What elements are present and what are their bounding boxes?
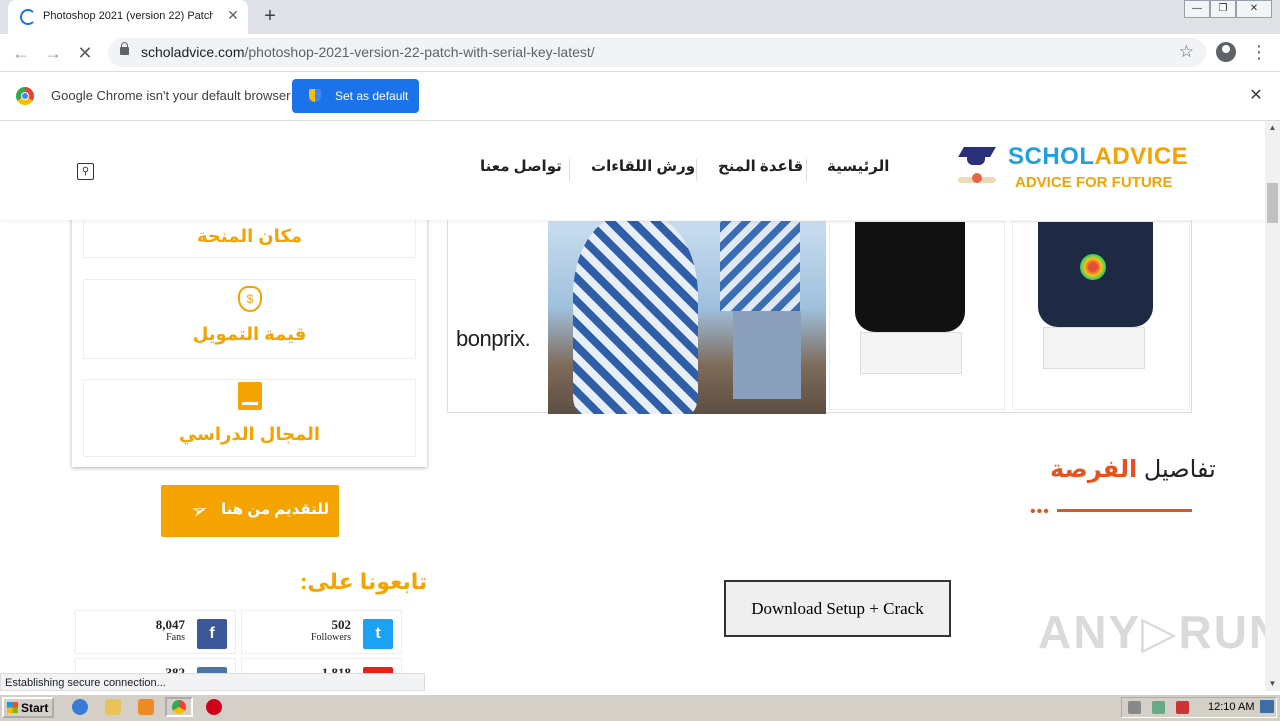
site-logo[interactable]: SCHOLADVICE [1008, 143, 1188, 171]
logo-text-1: SCHOL [1008, 143, 1095, 170]
default-browser-infobar: Google Chrome isn't your default browser… [0, 72, 1280, 121]
info-label-funding: قيمة التمويل [192, 324, 307, 344]
anyrun-watermark: ANY▷RUN [1038, 606, 1265, 658]
scholarship-info-card: مكان المنحة $ قيمة التمويل المجال الدراس… [72, 183, 427, 467]
twitter-count: 502 [331, 617, 352, 632]
scroll-down-arrow-icon[interactable]: ▼ [1265, 677, 1280, 691]
lock-icon[interactable] [120, 42, 129, 55]
heading-underline [1057, 509, 1192, 512]
infobar-close-icon[interactable]: ✕ [1246, 86, 1266, 106]
antivirus-icon[interactable] [206, 699, 222, 715]
set-as-default-label: Set as default [335, 89, 409, 103]
volume-icon[interactable] [1128, 701, 1141, 714]
logo-text-2: ADVICE [1094, 143, 1189, 170]
ad-product-image-black-tee[interactable] [829, 221, 1005, 410]
social-facebook[interactable]: f 8,047 Fans [75, 610, 236, 654]
account-avatar-icon[interactable] [1216, 42, 1236, 62]
details-heading: تفاصيل الفرصة [1050, 455, 1216, 484]
windows-flag-icon [7, 702, 18, 713]
info-label-location: مكان المنحة [197, 226, 302, 246]
site-tagline: ADVICE FOR FUTURE [1015, 174, 1173, 191]
info-box-funding: $ قيمة التمويل [83, 279, 416, 359]
start-button[interactable]: Start [2, 697, 54, 718]
browser-tab[interactable]: Photoshop 2021 (version 22) Patch W ✕ [8, 0, 248, 34]
ad-product-image-navy-tee[interactable] [1012, 221, 1190, 410]
facebook-count: 8,047 [155, 617, 185, 632]
info-label-field: المجال الدراسي [178, 424, 321, 444]
details-heading-text: تفاصيل [1137, 456, 1216, 483]
scrollbar-thumb[interactable] [1267, 183, 1278, 223]
loading-spinner-icon [20, 9, 36, 25]
tab-close-icon[interactable]: ✕ [224, 6, 242, 24]
status-bar: Establishing secure connection... [0, 673, 425, 691]
nav-scholarships-db[interactable]: قاعدة المنح [718, 157, 803, 175]
minimize-button[interactable]: — [1184, 0, 1210, 18]
nav-divider [696, 159, 697, 181]
flag-icon[interactable] [1176, 701, 1189, 714]
taskbar-clock[interactable]: 12:10 AM [1208, 701, 1254, 713]
nav-home[interactable]: الرئيسية [827, 157, 889, 175]
file-explorer-icon[interactable] [105, 699, 121, 715]
forward-arrow-icon[interactable]: → [42, 42, 64, 64]
scroll-up-arrow-icon[interactable]: ▲ [1265, 121, 1280, 135]
stop-loading-icon[interactable]: ✕ [74, 42, 96, 64]
download-button[interactable]: Download Setup + Crack [724, 580, 951, 637]
maximize-button[interactable]: ❐ [1210, 0, 1236, 18]
set-as-default-button[interactable]: Set as default [292, 79, 419, 113]
browser-toolbar: ← → ✕ scholadvice.com/photoshop-2021-ver… [0, 34, 1280, 72]
menu-kebab-icon[interactable]: ⋮ [1250, 40, 1268, 64]
network-icon[interactable] [1152, 701, 1165, 714]
search-icon[interactable]: ⚲ [77, 163, 94, 180]
shield-icon [309, 89, 321, 102]
media-player-icon[interactable] [138, 699, 154, 715]
book-icon [238, 382, 262, 410]
apply-button-label: للتقديم من هنا [221, 501, 330, 518]
social-twitter[interactable]: t 502 Followers [241, 610, 402, 654]
start-label: Start [21, 701, 49, 715]
system-tray: 12:10 AM [1121, 697, 1277, 718]
chrome-icon [172, 700, 186, 714]
ad-brand-logo: bonprix. [456, 326, 531, 351]
site-header: ⚲ تواصل معنا ورش اللقاءات قاعدة المنح ال… [0, 121, 1265, 220]
show-desktop-icon[interactable] [1260, 700, 1274, 713]
url-path: /photoshop-2021-version-22-patch-with-se… [244, 44, 595, 60]
details-heading-highlight: الفرصة [1050, 456, 1138, 483]
nav-divider [569, 159, 570, 181]
nav-divider [806, 159, 807, 181]
ad-product-image-dresses[interactable] [548, 221, 826, 414]
info-box-field: المجال الدراسي [83, 379, 416, 457]
graduation-cap-icon[interactable] [958, 143, 996, 191]
twitter-unit: Followers [311, 632, 351, 643]
apply-button[interactable]: ➢ للتقديم من هنا [161, 485, 339, 537]
nav-contact[interactable]: تواصل معنا [480, 157, 562, 175]
url-text[interactable]: scholadvice.com/photoshop-2021-version-2… [141, 44, 595, 60]
address-bar[interactable]: scholadvice.com/photoshop-2021-version-2… [108, 38, 1206, 67]
page-scrollbar[interactable]: ▲ ▼ [1265, 121, 1280, 691]
web-page: ⚲ تواصل معنا ورش اللقاءات قاعدة المنح ال… [0, 121, 1265, 691]
paper-plane-icon: ➢ [187, 497, 212, 525]
facebook-unit: Fans [166, 632, 185, 643]
follow-us-heading: تابعونا على: [300, 569, 428, 594]
tab-strip: Photoshop 2021 (version 22) Patch W ✕ + … [0, 0, 1280, 34]
infobar-message: Google Chrome isn't your default browser [51, 88, 291, 103]
heading-dots: ••• [1030, 503, 1050, 520]
chrome-taskbar-button[interactable] [165, 697, 193, 717]
facebook-icon: f [197, 619, 227, 649]
bookmark-star-icon[interactable]: ☆ [1179, 42, 1194, 62]
url-host: scholadvice.com [141, 44, 245, 60]
internet-explorer-icon[interactable] [72, 699, 88, 715]
nav-workshops[interactable]: ورش اللقاءات [591, 157, 695, 175]
money-bag-icon: $ [238, 286, 262, 312]
back-arrow-icon[interactable]: ← [10, 42, 32, 64]
chrome-logo-icon [16, 87, 34, 105]
window-close-button[interactable]: ✕ [1236, 0, 1272, 18]
new-tab-button[interactable]: + [258, 4, 282, 28]
windows-taskbar: Start 12:10 AM [0, 694, 1280, 721]
twitter-icon: t [363, 619, 393, 649]
tab-title: Photoshop 2021 (version 22) Patch W [43, 10, 213, 22]
